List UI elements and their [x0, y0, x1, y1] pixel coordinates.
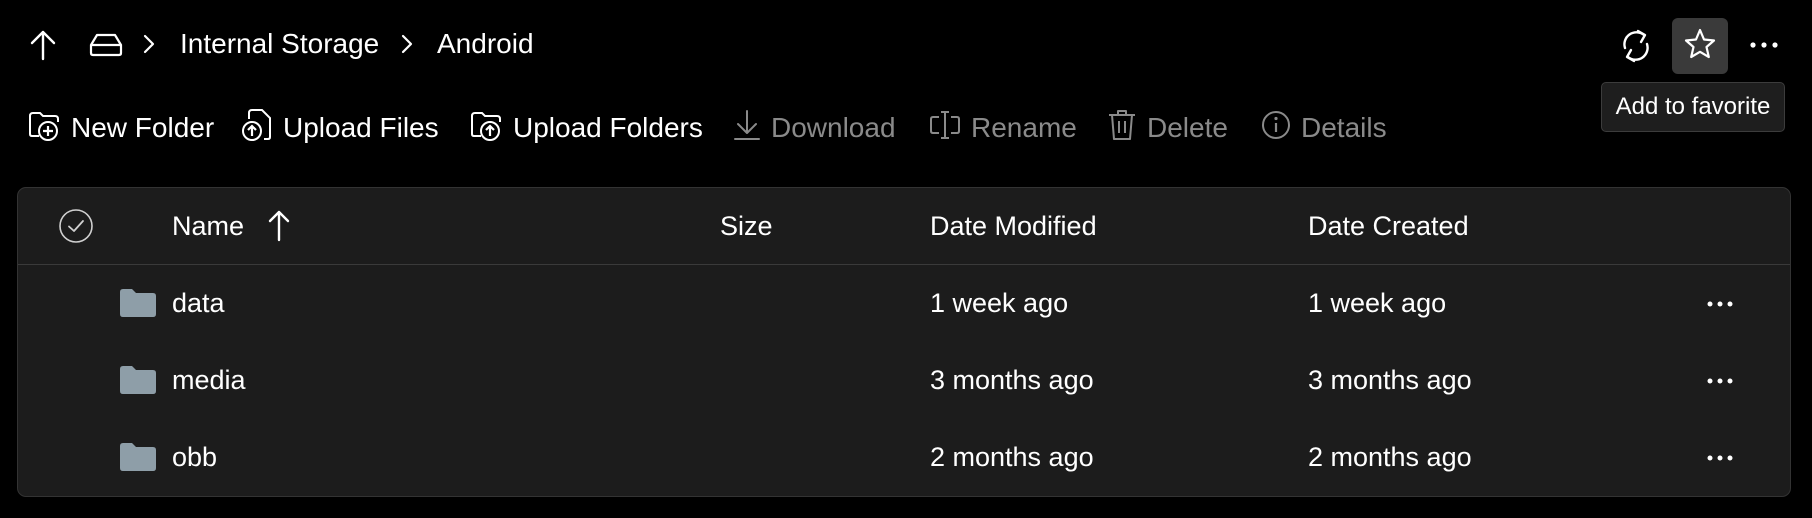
favorite-tooltip: Add to favorite	[1601, 82, 1785, 132]
row-date-created: 2 months ago	[1308, 442, 1472, 472]
new-folder-label: New Folder	[71, 112, 215, 143]
rename-label: Rename	[971, 112, 1077, 143]
breadcrumb-internal-storage[interactable]: Internal Storage	[180, 26, 379, 62]
more-horizontal-icon	[1706, 295, 1734, 313]
row-more-button[interactable]	[1700, 443, 1740, 473]
delete-icon	[1106, 107, 1147, 150]
row-date-created: 1 week ago	[1308, 288, 1447, 318]
more-options-button[interactable]	[1746, 30, 1782, 60]
download-icon	[732, 108, 771, 149]
row-more-button[interactable]	[1700, 366, 1740, 396]
top-bar: Internal Storage Android	[0, 0, 1812, 90]
refresh-icon	[1619, 27, 1653, 65]
star-icon	[1683, 27, 1717, 66]
table-row[interactable]: media 3 months ago 3 months ago	[18, 342, 1790, 419]
row-date-modified: 2 months ago	[930, 442, 1094, 472]
column-header-name[interactable]: Name	[172, 208, 244, 244]
more-horizontal-icon	[1706, 449, 1734, 467]
select-all-checkbox[interactable]	[58, 208, 94, 249]
chevron-right-icon	[398, 30, 416, 63]
add-to-favorite-button[interactable]	[1672, 18, 1728, 74]
column-header-date-modified[interactable]: Date Modified	[930, 208, 1097, 244]
delete-label: Delete	[1147, 112, 1228, 143]
upload-files-label: Upload Files	[283, 112, 439, 143]
folder-icon	[118, 287, 158, 324]
folder-icon	[118, 364, 158, 401]
file-list-header: Name Size Date Modified Date Created	[18, 188, 1790, 265]
upload-folders-button[interactable]: Upload Folders	[470, 104, 703, 152]
table-row[interactable]: obb 2 months ago 2 months ago	[18, 419, 1790, 496]
breadcrumb-android[interactable]: Android	[437, 26, 534, 62]
folder-icon	[118, 441, 158, 478]
upload-file-icon	[240, 107, 283, 150]
row-name: media	[172, 365, 246, 395]
column-header-size[interactable]: Size	[720, 208, 773, 244]
details-label: Details	[1301, 112, 1387, 143]
row-name: obb	[172, 442, 218, 472]
sort-ascending-icon[interactable]	[267, 208, 291, 249]
upload-folders-label: Upload Folders	[513, 112, 703, 143]
upload-folder-icon	[470, 108, 513, 149]
upload-files-button[interactable]: Upload Files	[240, 104, 439, 152]
download-button[interactable]: Download	[732, 104, 896, 152]
more-horizontal-icon	[1749, 41, 1779, 49]
row-name: data	[172, 288, 225, 318]
more-horizontal-icon	[1706, 372, 1734, 390]
delete-button[interactable]: Delete	[1106, 104, 1228, 152]
rename-button[interactable]: Rename	[928, 104, 1077, 152]
info-icon	[1260, 109, 1301, 148]
row-date-modified: 1 week ago	[930, 288, 1069, 318]
checkmark-circle-icon	[58, 209, 94, 248]
refresh-button[interactable]	[1616, 24, 1656, 68]
new-folder-icon	[28, 108, 71, 149]
download-label: Download	[771, 112, 896, 143]
chevron-right-icon	[140, 30, 158, 63]
arrow-up-icon	[28, 29, 58, 61]
drive-button[interactable]	[88, 30, 124, 60]
drive-icon	[89, 33, 123, 57]
go-up-button[interactable]	[26, 28, 60, 62]
row-more-button[interactable]	[1700, 289, 1740, 319]
table-row[interactable]: data 1 week ago 1 week ago	[18, 265, 1790, 342]
file-list: Name Size Date Modified Date Created dat…	[17, 187, 1791, 497]
row-date-modified: 3 months ago	[930, 365, 1094, 395]
row-date-created: 3 months ago	[1308, 365, 1472, 395]
rename-icon	[928, 108, 971, 149]
new-folder-button[interactable]: New Folder	[28, 104, 214, 152]
column-header-date-created[interactable]: Date Created	[1308, 208, 1469, 244]
details-button[interactable]: Details	[1260, 104, 1387, 152]
command-bar: New Folder Upload Files Upload Folders D…	[0, 104, 1400, 152]
